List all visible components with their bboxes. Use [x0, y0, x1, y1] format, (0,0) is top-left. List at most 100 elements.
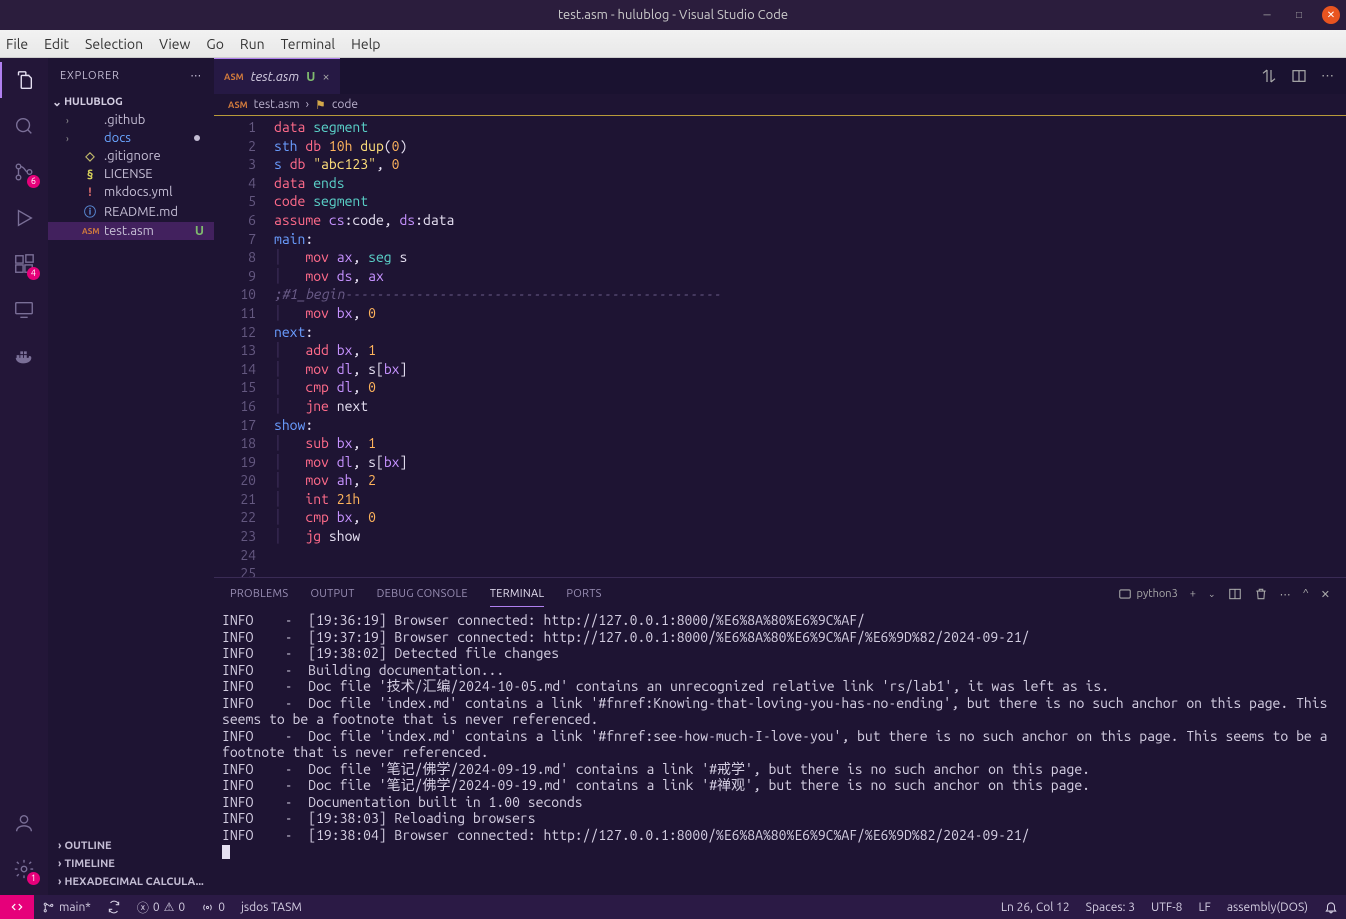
terminal-content[interactable]: INFO - [19:36:19] Browser connected: htt…	[214, 610, 1346, 895]
menu-edit[interactable]: Edit	[44, 36, 69, 52]
sidebar-root[interactable]: ⌄ HULUBLOG	[48, 93, 214, 111]
outline-section[interactable]: ›OUTLINE	[48, 837, 214, 855]
shell-label: python3	[1137, 588, 1178, 600]
tab-ports[interactable]: PORTS	[566, 582, 601, 606]
chevron-down-icon: ⌄	[52, 95, 62, 109]
ports-status[interactable]: 0	[193, 901, 233, 914]
menu-go[interactable]: Go	[206, 36, 223, 52]
extensions-icon[interactable]: 4	[10, 250, 38, 278]
window-controls: ─ □ ✕	[1258, 6, 1340, 24]
ports-count: 0	[218, 901, 225, 914]
chevron-icon: ›	[66, 115, 76, 126]
framework-status[interactable]: jsdos TASM	[233, 901, 310, 914]
split-editor-icon[interactable]	[1291, 68, 1307, 84]
menu-selection[interactable]: Selection	[85, 36, 143, 52]
tab-problems[interactable]: PROBLEMS	[230, 582, 288, 606]
branch-label: main*	[59, 901, 91, 914]
tab-terminal[interactable]: TERMINAL	[490, 582, 545, 607]
tab-test-asm[interactable]: ASM test.asm U ×	[214, 58, 340, 94]
tree-item-test-asm[interactable]: ASM test.asm U	[48, 222, 214, 240]
remote-explorer-icon[interactable]	[10, 296, 38, 324]
sidebar: EXPLORER ⋯ ⌄ HULUBLOG › .github ›docs◇.git…	[48, 58, 214, 895]
tab-bar: ASM test.asm U × ⋯	[214, 58, 1346, 94]
menu-view[interactable]: View	[159, 36, 190, 52]
chevron-icon: ›	[66, 133, 76, 144]
docker-icon[interactable]	[10, 342, 38, 370]
close-button[interactable]: ✕	[1322, 6, 1340, 24]
errors-count: 0	[153, 901, 160, 914]
source-control-icon[interactable]: 6	[10, 158, 38, 186]
code-content[interactable]: data segmentsth db 10h dup(0)s db "abc12…	[274, 116, 1346, 577]
hexcalc-label: HEXADECIMAL CALCULA...	[64, 876, 203, 888]
item-label: LICENSE	[104, 167, 153, 181]
terminal-shell[interactable]: python3	[1118, 587, 1178, 601]
titlebar: test.asm - hulublog - Visual Studio Code…	[0, 0, 1346, 30]
problems-status[interactable]: ⓧ0⚠0	[129, 899, 193, 916]
sync-button[interactable]	[99, 900, 129, 914]
kill-terminal-icon[interactable]	[1254, 587, 1268, 601]
breadcrumb-file: test.asm	[254, 98, 300, 111]
tree-item--github[interactable]: › .github	[48, 111, 214, 129]
cursor-position[interactable]: Ln 26, Col 12	[993, 900, 1078, 914]
tree-item-mkdocs-yml[interactable]: !mkdocs.yml	[48, 183, 214, 201]
item-label: .github	[104, 113, 145, 127]
timeline-label: TIMELINE	[64, 858, 114, 870]
editor-more-icon[interactable]: ⋯	[1321, 69, 1334, 84]
terminal-dropdown-icon[interactable]: ⌄	[1208, 589, 1216, 600]
chevron-right-icon: ›	[58, 858, 61, 870]
tab-close-icon[interactable]: ×	[322, 70, 329, 84]
new-terminal-icon[interactable]: +	[1190, 588, 1196, 600]
settings-badge: 1	[27, 872, 40, 885]
menu-terminal[interactable]: Terminal	[281, 36, 336, 52]
sidebar-more-icon[interactable]: ⋯	[190, 69, 202, 82]
tab-label: test.asm	[251, 70, 300, 84]
run-debug-icon[interactable]	[10, 204, 38, 232]
tree-item-docs[interactable]: ›docs	[48, 129, 214, 147]
breadcrumb-symbol: code	[332, 98, 358, 111]
minimize-button[interactable]: ─	[1258, 6, 1276, 24]
menu-file[interactable]: File	[6, 36, 28, 52]
panel: PROBLEMS OUTPUT DEBUG CONSOLE TERMINAL P…	[214, 577, 1346, 895]
tree-item-LICENSE[interactable]: §LICENSE	[48, 165, 214, 183]
tab-output[interactable]: OUTPUT	[310, 582, 354, 606]
tree-item--gitignore[interactable]: ◇.gitignore	[48, 147, 214, 165]
maximize-button[interactable]: □	[1290, 6, 1308, 24]
indentation[interactable]: Spaces: 3	[1078, 900, 1143, 914]
chevron-right-icon: ›	[58, 876, 61, 888]
encoding[interactable]: UTF-8	[1143, 900, 1190, 914]
activity-bar: 6 4 1	[0, 58, 48, 895]
eol[interactable]: LF	[1190, 900, 1218, 914]
tree-item-README-md[interactable]: ⓘREADME.md	[48, 201, 214, 222]
maximize-panel-icon[interactable]: ^	[1303, 588, 1309, 600]
file-icon: !	[82, 186, 98, 199]
panel-more-icon[interactable]: ⋯	[1280, 588, 1291, 601]
timeline-section[interactable]: ›TIMELINE	[48, 855, 214, 873]
menu-help[interactable]: Help	[351, 36, 380, 52]
close-panel-icon[interactable]: ✕	[1321, 588, 1330, 601]
ext-badge: 4	[27, 267, 40, 280]
editor[interactable]: 1234567891011121314151617181920212223242…	[214, 116, 1346, 577]
tab-debug-console[interactable]: DEBUG CONSOLE	[377, 582, 468, 606]
chevron-right-icon: ›	[58, 840, 61, 852]
search-icon[interactable]	[10, 112, 38, 140]
sidebar-title: EXPLORER	[60, 70, 120, 82]
dirty-dot	[194, 135, 200, 141]
status-bar: main* ⓧ0⚠0 0 jsdos TASM Ln 26, Col 12 Sp…	[0, 895, 1346, 919]
settings-icon[interactable]: 1	[10, 855, 38, 883]
file-icon: ◇	[82, 149, 98, 163]
split-terminal-icon[interactable]	[1228, 587, 1242, 601]
notifications-icon[interactable]	[1316, 900, 1346, 914]
hexcalc-section[interactable]: ›HEXADECIMAL CALCULA...	[48, 873, 214, 891]
explorer-icon[interactable]	[10, 66, 38, 94]
line-gutter: 1234567891011121314151617181920212223242…	[214, 116, 274, 577]
compare-icon[interactable]	[1261, 68, 1277, 84]
breadcrumb[interactable]: ASM test.asm › ⚑ code	[214, 94, 1346, 116]
language-mode[interactable]: assembly(DOS)	[1219, 900, 1316, 914]
remote-indicator[interactable]	[0, 895, 34, 919]
modified-badge: U	[195, 224, 204, 238]
file-icon: ASM	[82, 227, 98, 236]
accounts-icon[interactable]	[10, 809, 38, 837]
item-label: test.asm	[104, 224, 154, 238]
menu-run[interactable]: Run	[240, 36, 265, 52]
git-branch[interactable]: main*	[34, 901, 99, 914]
